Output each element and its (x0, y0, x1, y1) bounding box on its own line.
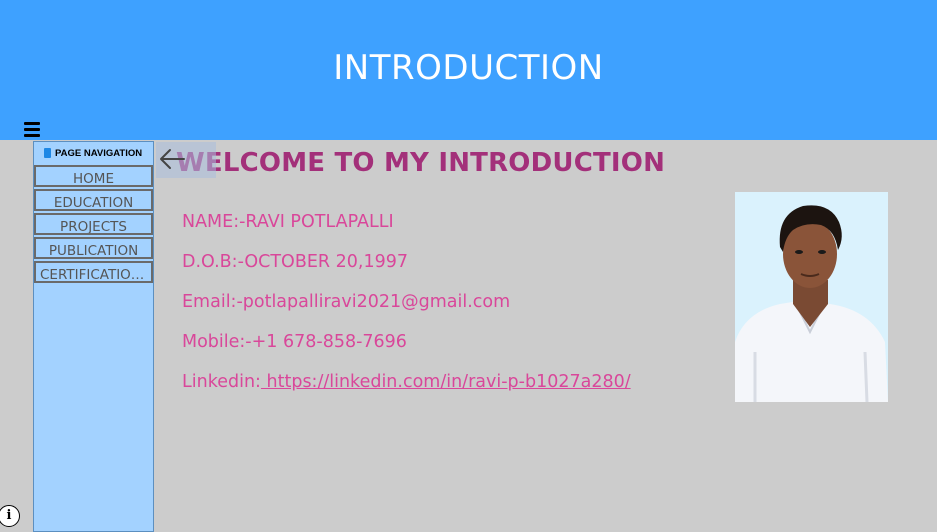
linkedin-field: Linkedin: https://linkedin.com/in/ravi-p… (182, 372, 631, 392)
sidebar-item-projects[interactable]: PROJECTS (34, 213, 153, 235)
sidebar-item-publication[interactable]: PUBLICATION (34, 237, 153, 259)
linkedin-link[interactable]: https://linkedin.com/in/ravi-p-b1027a280… (261, 372, 631, 392)
sidebar-item-education[interactable]: EDUCATION (34, 189, 153, 211)
book-icon (44, 148, 51, 158)
page-header: INTRODUCTION (0, 0, 937, 140)
email-field: Email:-potlapalliravi2021@gmail.com (182, 292, 511, 312)
linkedin-label: Linkedin: (182, 372, 261, 392)
hamburger-menu-icon[interactable] (24, 122, 40, 137)
sidebar: PAGE NAVIGATION HOME EDUCATION PROJECTS … (33, 141, 154, 532)
info-icon[interactable]: i (0, 505, 20, 527)
name-field: NAME:-RAVI POTLAPALLI (182, 212, 394, 232)
dob-field: D.O.B:-OCTOBER 20,1997 (182, 252, 408, 272)
sidebar-item-home[interactable]: HOME (34, 165, 153, 187)
sidebar-item-certifications[interactable]: CERTIFICATIONS (34, 261, 153, 283)
sidebar-heading: PAGE NAVIGATION (34, 142, 153, 164)
profile-photo (735, 192, 888, 402)
sidebar-heading-label: PAGE NAVIGATION (55, 147, 143, 159)
mobile-field: Mobile:-+1 678-858-7696 (182, 332, 407, 352)
back-arrow-icon[interactable] (156, 142, 216, 178)
page-title: INTRODUCTION (333, 48, 604, 88)
welcome-heading: WELCOME TO MY INTRODUCTION (176, 148, 666, 178)
